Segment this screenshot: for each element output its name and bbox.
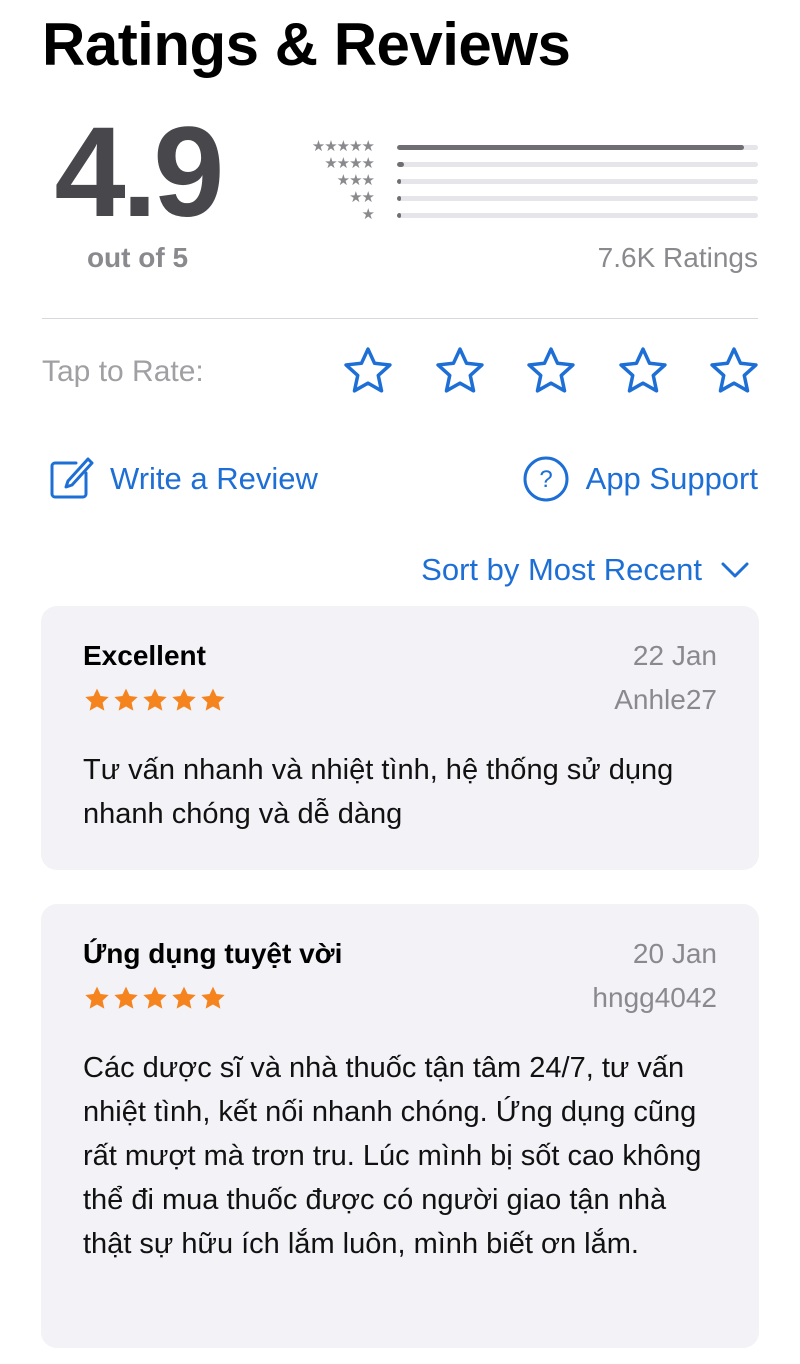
compose-icon bbox=[50, 457, 94, 499]
rating-histogram: ★★★★★ ★★★★ ★★★ ★★ ★ bbox=[292, 138, 760, 223]
star-filled-icon bbox=[143, 986, 167, 1009]
star-filled-icon bbox=[172, 688, 196, 711]
star-label-icon: ★★ bbox=[349, 189, 375, 206]
review-author: Anhle27 bbox=[614, 684, 717, 715]
review-title: Ứng dụng tuyệt vời bbox=[83, 938, 343, 969]
star-filled-icon bbox=[114, 688, 138, 711]
review-card[interactable]: Ứng dụng tuyệt vời 20 Jan hngg4042 Các d… bbox=[41, 904, 759, 1348]
page-title: Ratings & Reviews bbox=[42, 11, 571, 78]
histogram-row-5: ★★★★★ bbox=[292, 138, 760, 155]
review-body: Các dược sĩ và nhà thuốc tận tâm 24/7, t… bbox=[83, 1052, 702, 1260]
review-author: hngg4042 bbox=[592, 982, 717, 1013]
histogram-fill bbox=[397, 145, 744, 150]
star-label-icon: ★★★ bbox=[336, 172, 375, 189]
sort-label: Sort by Most Recent bbox=[421, 552, 702, 587]
divider bbox=[42, 318, 758, 319]
star-filled-icon bbox=[201, 986, 225, 1009]
histogram-row-2: ★★ bbox=[292, 189, 760, 206]
histogram-track bbox=[397, 162, 758, 167]
tap-to-rate-label: Tap to Rate: bbox=[42, 355, 204, 388]
ratings-count: 7.6K Ratings bbox=[597, 242, 758, 273]
histogram-track bbox=[397, 145, 758, 150]
review-title: Excellent bbox=[83, 640, 206, 671]
histogram-track bbox=[397, 179, 758, 184]
histogram-track bbox=[397, 196, 758, 201]
histogram-row-1: ★ bbox=[292, 206, 760, 223]
app-support-button[interactable]: ? App Support bbox=[522, 455, 758, 503]
star-filled-icon bbox=[114, 986, 138, 1009]
review-stars bbox=[83, 686, 227, 714]
write-review-button[interactable]: Write a Review bbox=[46, 455, 318, 503]
star-label-icon: ★★★★★ bbox=[311, 138, 375, 155]
histogram-row-4: ★★★★ bbox=[292, 155, 760, 172]
histogram-fill bbox=[397, 196, 401, 201]
star-filled-icon bbox=[201, 688, 225, 711]
review-stars bbox=[83, 984, 227, 1012]
star-filled-icon bbox=[143, 688, 167, 711]
histogram-track bbox=[397, 213, 758, 218]
histogram-row-3: ★★★ bbox=[292, 172, 760, 189]
star-filled-icon bbox=[172, 986, 196, 1009]
star-filled-icon bbox=[85, 986, 109, 1009]
review-body: Tư vấn nhanh và nhiệt tình, hệ thống sử … bbox=[83, 754, 674, 830]
question-circle-icon: ? bbox=[523, 456, 569, 502]
sort-dropdown[interactable]: Sort by Most Recent bbox=[421, 552, 750, 588]
rate-star-2-icon[interactable] bbox=[432, 343, 488, 399]
star-label-icon: ★★★★ bbox=[324, 155, 375, 172]
histogram-fill bbox=[397, 162, 405, 167]
review-date: 20 Jan bbox=[632, 938, 717, 969]
rate-star-3-icon[interactable] bbox=[523, 343, 579, 399]
histogram-fill bbox=[397, 213, 401, 218]
out-of-label: out of 5 bbox=[86, 242, 189, 273]
write-review-label: Write a Review bbox=[110, 461, 318, 496]
review-date: 22 Jan bbox=[632, 640, 717, 671]
review-card[interactable]: Excellent 22 Jan Anhle27 Tư vấn nhanh và… bbox=[41, 606, 759, 870]
tap-to-rate-stars bbox=[340, 343, 762, 399]
histogram-fill bbox=[397, 179, 401, 184]
star-label-icon: ★ bbox=[361, 206, 375, 223]
rate-star-1-icon[interactable] bbox=[340, 343, 396, 399]
rate-star-5-icon[interactable] bbox=[706, 343, 762, 399]
star-filled-icon bbox=[85, 688, 109, 711]
rate-star-4-icon[interactable] bbox=[615, 343, 671, 399]
average-rating: 4.9 bbox=[54, 101, 225, 244]
chevron-down-icon bbox=[721, 562, 749, 578]
svg-text:?: ? bbox=[539, 466, 552, 493]
app-support-label: App Support bbox=[585, 461, 758, 496]
